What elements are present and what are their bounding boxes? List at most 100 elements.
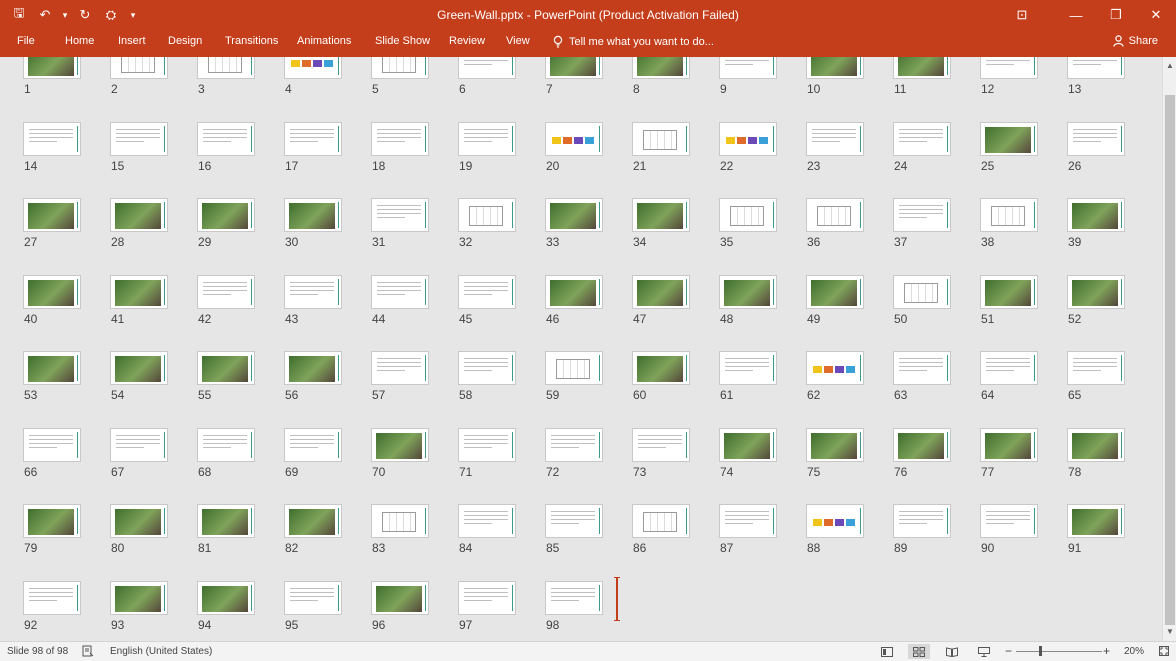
slide-thumbnail[interactable] bbox=[1067, 57, 1125, 79]
slide-thumbnail[interactable] bbox=[632, 351, 690, 385]
reading-view-icon[interactable] bbox=[941, 644, 963, 659]
tell-me-box[interactable]: Tell me what you want to do... bbox=[553, 35, 714, 48]
slide-thumbnail[interactable] bbox=[980, 504, 1038, 538]
slide-thumbnail[interactable] bbox=[545, 581, 603, 615]
slide-thumbnail[interactable] bbox=[458, 581, 516, 615]
slide-thumbnail[interactable] bbox=[806, 57, 864, 79]
slide-thumbnail[interactable] bbox=[110, 428, 168, 462]
slide-thumbnail[interactable] bbox=[545, 198, 603, 232]
slide-thumbnail[interactable] bbox=[197, 122, 255, 156]
slide-thumbnail[interactable] bbox=[197, 198, 255, 232]
tab-transitions[interactable]: Transitions bbox=[225, 35, 278, 47]
normal-view-icon[interactable] bbox=[876, 644, 898, 659]
slide-thumbnail[interactable] bbox=[110, 504, 168, 538]
tab-file[interactable]: File bbox=[17, 35, 35, 47]
slide-thumbnail[interactable] bbox=[632, 198, 690, 232]
zoom-slider[interactable] bbox=[1016, 651, 1102, 652]
slide-thumbnail[interactable] bbox=[110, 275, 168, 309]
slide-thumbnail[interactable] bbox=[893, 504, 951, 538]
slide-thumbnail[interactable] bbox=[719, 198, 777, 232]
close-icon[interactable]: ✕ bbox=[1136, 0, 1176, 30]
vertical-scrollbar[interactable]: ▲ ▼ bbox=[1162, 57, 1176, 641]
slide-thumbnail[interactable] bbox=[719, 57, 777, 79]
slide-thumbnail[interactable] bbox=[197, 428, 255, 462]
slide-thumbnail[interactable] bbox=[110, 581, 168, 615]
slide-thumbnail[interactable] bbox=[23, 504, 81, 538]
slide-thumbnail[interactable] bbox=[545, 57, 603, 79]
slide-thumbnail[interactable] bbox=[284, 122, 342, 156]
slide-thumbnail[interactable] bbox=[893, 428, 951, 462]
slide-thumbnail[interactable] bbox=[458, 198, 516, 232]
slide-thumbnail[interactable] bbox=[197, 351, 255, 385]
tab-slide-show[interactable]: Slide Show bbox=[375, 35, 430, 47]
slide-thumbnail[interactable] bbox=[284, 581, 342, 615]
slide-thumbnail[interactable] bbox=[284, 351, 342, 385]
slide-thumbnail[interactable] bbox=[371, 122, 429, 156]
slide-thumbnail[interactable] bbox=[458, 122, 516, 156]
slide-thumbnail[interactable] bbox=[23, 57, 81, 79]
slide-thumbnail[interactable] bbox=[458, 504, 516, 538]
slide-thumbnail[interactable] bbox=[893, 57, 951, 79]
slide-thumbnail[interactable] bbox=[806, 351, 864, 385]
slide-thumbnail[interactable] bbox=[1067, 504, 1125, 538]
slide-thumbnail[interactable] bbox=[371, 57, 429, 79]
tab-animations[interactable]: Animations bbox=[297, 35, 351, 47]
slide-thumbnail[interactable] bbox=[980, 275, 1038, 309]
slide-thumbnail[interactable] bbox=[806, 428, 864, 462]
slide-thumbnail[interactable] bbox=[1067, 275, 1125, 309]
slide-thumbnail[interactable] bbox=[893, 275, 951, 309]
slide-thumbnail[interactable] bbox=[545, 275, 603, 309]
slide-thumbnail[interactable] bbox=[23, 351, 81, 385]
slide-thumbnail[interactable] bbox=[806, 275, 864, 309]
slide-thumbnail[interactable] bbox=[632, 275, 690, 309]
slide-thumbnail[interactable] bbox=[980, 428, 1038, 462]
slide-thumbnail[interactable] bbox=[284, 57, 342, 79]
slide-thumbnail[interactable] bbox=[1067, 122, 1125, 156]
slide-thumbnail[interactable] bbox=[284, 504, 342, 538]
slide-thumbnail[interactable] bbox=[1067, 198, 1125, 232]
slide-thumbnail[interactable] bbox=[632, 122, 690, 156]
slide-thumbnail[interactable] bbox=[980, 57, 1038, 79]
tab-home[interactable]: Home bbox=[65, 35, 94, 47]
slide-thumbnail[interactable] bbox=[371, 581, 429, 615]
slide-thumbnail[interactable] bbox=[23, 275, 81, 309]
slide-thumbnail[interactable] bbox=[110, 351, 168, 385]
share-button[interactable]: Share bbox=[1113, 35, 1158, 47]
slide-thumbnail[interactable] bbox=[284, 275, 342, 309]
slide-thumbnail[interactable] bbox=[23, 581, 81, 615]
language-indicator[interactable]: English (United States) bbox=[110, 646, 212, 657]
scroll-down-icon[interactable]: ▼ bbox=[1163, 625, 1176, 639]
ribbon-display-options-icon[interactable]: ⊡ bbox=[1002, 0, 1042, 30]
slide-thumbnail[interactable] bbox=[545, 504, 603, 538]
slide-thumbnail[interactable] bbox=[719, 351, 777, 385]
slide-thumbnail[interactable] bbox=[632, 428, 690, 462]
slide-thumbnail[interactable] bbox=[1067, 428, 1125, 462]
zoom-in-button[interactable]: + bbox=[1103, 644, 1110, 658]
slide-thumbnail[interactable] bbox=[545, 351, 603, 385]
slide-thumbnail[interactable] bbox=[458, 275, 516, 309]
zoom-out-button[interactable]: − bbox=[1005, 644, 1012, 658]
slide-thumbnail[interactable] bbox=[806, 122, 864, 156]
scroll-up-icon[interactable]: ▲ bbox=[1163, 59, 1176, 73]
slide-thumbnail[interactable] bbox=[23, 122, 81, 156]
slide-thumbnail[interactable] bbox=[371, 351, 429, 385]
slide-thumbnail[interactable] bbox=[980, 351, 1038, 385]
zoom-slider-thumb[interactable] bbox=[1039, 646, 1042, 656]
slide-sorter-view-icon[interactable] bbox=[908, 644, 930, 659]
slide-thumbnail[interactable] bbox=[893, 351, 951, 385]
slide-thumbnail[interactable] bbox=[719, 504, 777, 538]
slideshow-view-icon[interactable] bbox=[973, 644, 995, 659]
slide-thumbnail[interactable] bbox=[719, 428, 777, 462]
slide-thumbnail[interactable] bbox=[110, 57, 168, 79]
slide-thumbnail[interactable] bbox=[458, 57, 516, 79]
slide-thumbnail[interactable] bbox=[197, 581, 255, 615]
tab-view[interactable]: View bbox=[506, 35, 530, 47]
slide-thumbnail[interactable] bbox=[545, 428, 603, 462]
slide-thumbnail[interactable] bbox=[23, 198, 81, 232]
slide-thumbnail[interactable] bbox=[806, 504, 864, 538]
slide-thumbnail[interactable] bbox=[197, 275, 255, 309]
slide-thumbnail[interactable] bbox=[110, 198, 168, 232]
fit-to-window-icon[interactable] bbox=[1158, 645, 1170, 657]
slide-thumbnail[interactable] bbox=[545, 122, 603, 156]
spelling-check-icon[interactable] bbox=[82, 645, 94, 657]
